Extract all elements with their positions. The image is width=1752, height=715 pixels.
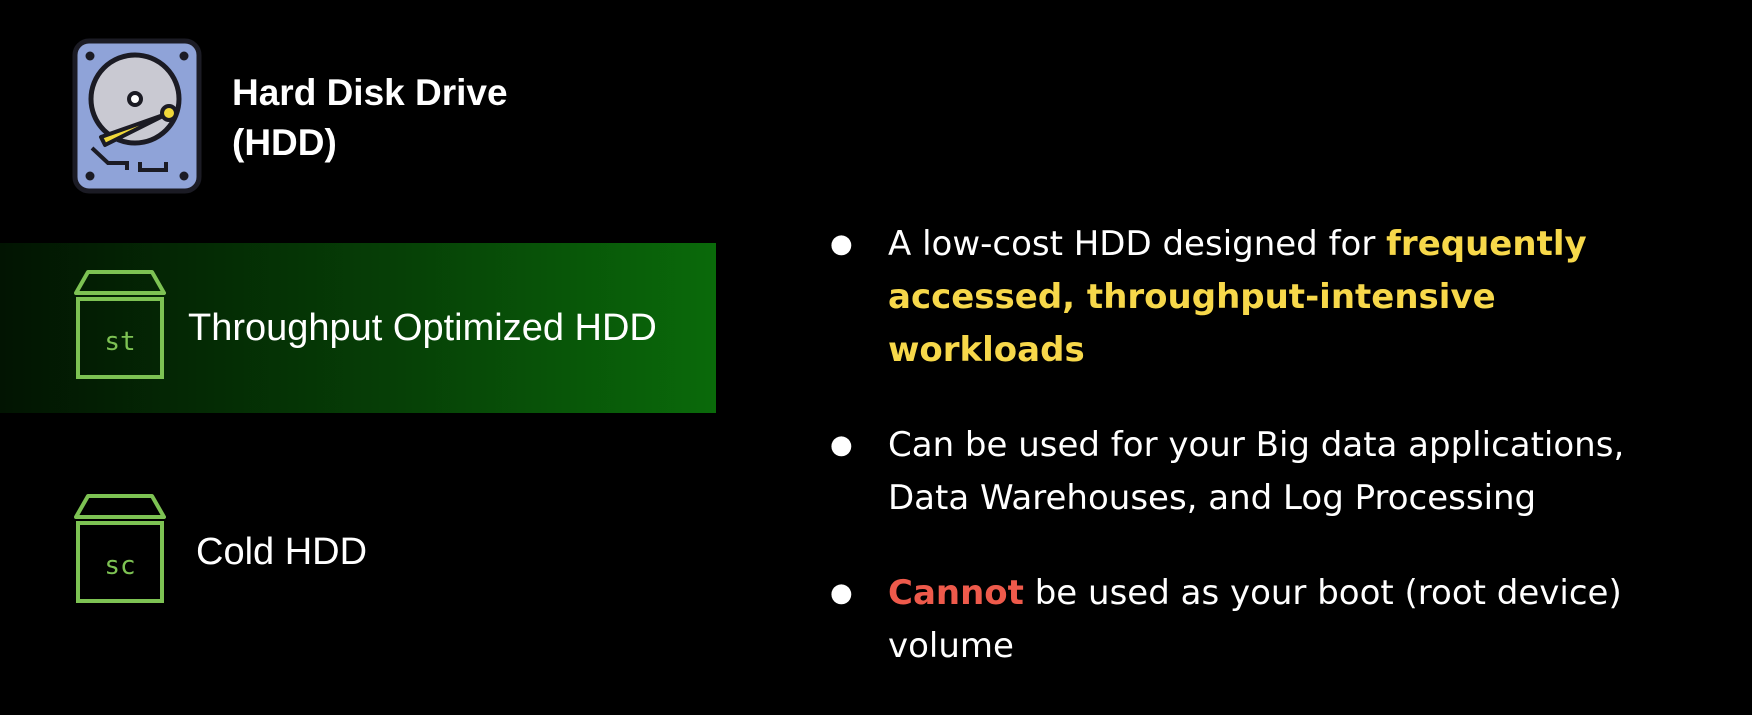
volume-box-icon: sc <box>74 493 166 605</box>
bullet-highlight: Cannot <box>888 573 1024 613</box>
volume-code: sc <box>104 551 136 581</box>
volume-box-icon: st <box>74 269 166 381</box>
page-title-line2: (HDD) <box>232 122 337 163</box>
volume-code: st <box>104 327 136 357</box>
description-bullets: A low-cost HDD designed for frequently a… <box>830 218 1700 673</box>
bullet-item: A low-cost HDD designed for frequently a… <box>830 218 1700 377</box>
bullet-item: Can be used for your Big data applicatio… <box>830 419 1700 525</box>
volume-type-cold[interactable]: sc Cold HDD <box>0 467 716 637</box>
bullet-item: Cannot be used as your boot (root device… <box>830 567 1700 673</box>
page-title-line1: Hard Disk Drive <box>232 72 508 113</box>
bullet-text: A low-cost HDD designed for <box>888 224 1387 264</box>
bullet-text: Can be used for your Big data applicatio… <box>888 425 1625 518</box>
volume-label: Throughput Optimized HDD <box>188 307 657 349</box>
volume-label: Cold HDD <box>196 531 368 573</box>
hard-disk-drive-icon <box>72 38 202 194</box>
volume-type-throughput-optimized[interactable]: st Throughput Optimized HDD <box>0 243 716 413</box>
page-title: Hard Disk Drive (HDD) <box>232 68 508 168</box>
